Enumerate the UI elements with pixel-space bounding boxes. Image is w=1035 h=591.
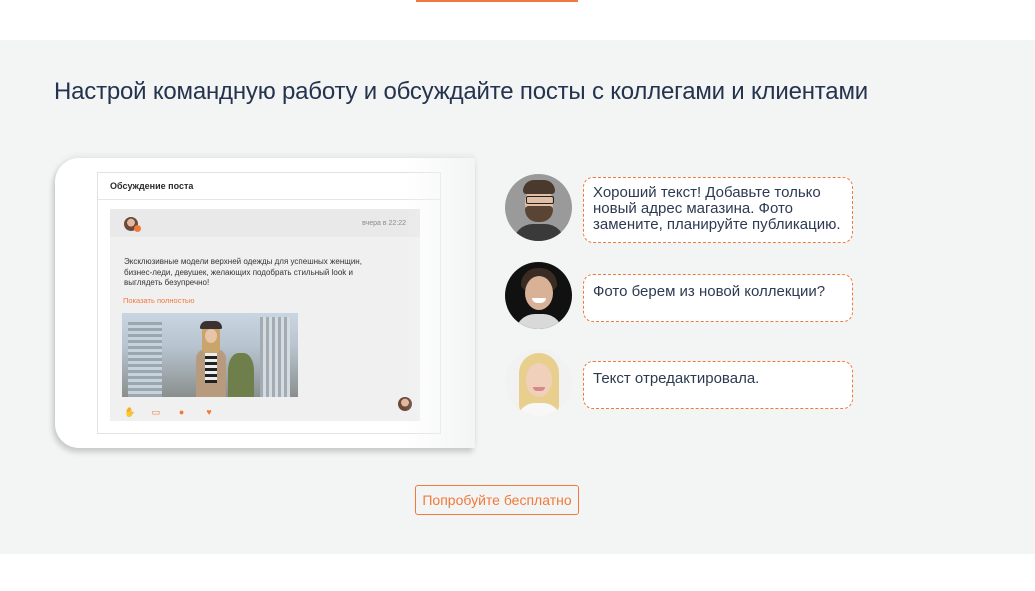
comment-icon[interactable]: ● xyxy=(179,408,188,417)
heart-icon[interactable]: ♥ xyxy=(206,408,215,417)
chat-message-3: Текст отредактировала. xyxy=(505,349,865,417)
show-more-link[interactable]: Показать полностью xyxy=(123,296,194,305)
tree xyxy=(228,353,254,397)
like-icon[interactable]: ✋ xyxy=(124,408,135,417)
post-timestamp: вчера в 22:22 xyxy=(362,220,406,227)
post-card: вчера в 22:22 Эксклюзивные модели верхне… xyxy=(110,209,420,421)
mockup-panel-title: Обсуждение поста xyxy=(110,181,194,191)
notification-badge-icon xyxy=(134,225,141,232)
post-text: Эксклюзивные модели верхней одежды для у… xyxy=(124,257,362,287)
mockup-screen: Обсуждение поста вчера в 22:22 Эксклюзив… xyxy=(97,172,441,434)
blonde-woman-avatar xyxy=(505,349,572,416)
chat-message-1: Хороший текст! Добавьте только новый адр… xyxy=(505,174,865,243)
divider xyxy=(98,199,440,200)
model-figure xyxy=(194,319,228,397)
chat-bubble-1: Хороший текст! Добавьте только новый адр… xyxy=(583,177,853,243)
building-right xyxy=(260,317,290,397)
team-work-section: Настрой командную работу и обсуждайте по… xyxy=(0,40,1035,554)
section-headline: Настрой командную работу и обсуждайте по… xyxy=(54,78,868,105)
smiling-man-avatar xyxy=(505,262,572,329)
post-actions: ✋ ▭ ● ♥ xyxy=(124,402,229,417)
post-photo xyxy=(122,313,298,397)
chat-bubble-3: Текст отредактировала. xyxy=(583,361,853,409)
post-header: вчера в 22:22 xyxy=(110,209,420,237)
try-free-button[interactable]: Попробуйте бесплатно xyxy=(415,485,579,515)
top-accent-line xyxy=(416,0,578,2)
commenter-avatar xyxy=(398,397,412,411)
repost-icon[interactable]: ▭ xyxy=(151,408,160,417)
bearded-man-avatar xyxy=(505,174,572,241)
building-left xyxy=(128,321,162,397)
chat-bubble-2: Фото берем из новой коллекции? xyxy=(583,274,853,322)
tablet-mockup: Обсуждение поста вчера в 22:22 Эксклюзив… xyxy=(55,158,475,448)
chat-message-2: Фото берем из новой коллекции? xyxy=(505,262,865,330)
